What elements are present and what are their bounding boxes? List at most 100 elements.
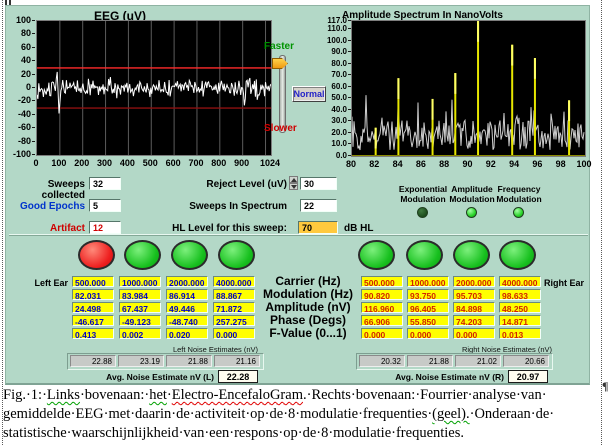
right-noise-cell: 21.88: [407, 355, 453, 367]
left-cell: -46.617: [72, 315, 114, 326]
right-cell: 1000.000: [407, 276, 449, 287]
reject-level-label: Reject Level (uV): [154, 179, 287, 190]
caption-line-2: gemiddelde·EEG·met·daarin·de·activiteit·…: [3, 405, 603, 424]
right-noise-cell: 20.32: [359, 355, 405, 367]
left-cell: 0.000: [213, 328, 255, 339]
left-cell: 67.437: [119, 302, 161, 313]
spinner-up-icon[interactable]: [289, 176, 298, 183]
left-cell: 82.031: [72, 289, 114, 300]
frequency-modulation-label: FrequencyModulation: [487, 184, 551, 204]
reject-level-input[interactable]: 30: [300, 177, 337, 190]
hl-level-label: HL Level for this sweep:: [154, 223, 287, 234]
right-cell: 116.960: [361, 302, 403, 313]
left-response-light-1: [78, 240, 115, 270]
caption-line-3: statistische·waarschijnlijkheid·van·een·…: [3, 424, 603, 443]
left-cell: 0.413: [72, 328, 114, 339]
left-noise-cell: 22.88: [70, 355, 116, 367]
right-cell: 66.906: [361, 315, 403, 326]
left-response-light-3: [171, 240, 208, 270]
row-label: Amplitude (nV): [258, 300, 358, 314]
right-cell: 0.013: [499, 328, 541, 339]
avg-noise-left-label: Avg. Noise Estimate nV (L): [64, 372, 214, 382]
right-noise-cell: 20.66: [503, 355, 549, 367]
right-cell: 48.250: [499, 302, 541, 313]
reject-level-spinner[interactable]: [289, 176, 298, 190]
right-cell: 84.898: [453, 302, 495, 313]
left-cell: 1000.000: [119, 276, 161, 287]
eeg-waveform: [37, 21, 271, 155]
right-response-light-2: [406, 240, 443, 270]
left-cell: 257.275: [213, 315, 255, 326]
left-response-light-2: [124, 240, 161, 270]
right-cell: 0.000: [407, 328, 449, 339]
db-hl-unit: dB HL: [344, 223, 384, 234]
spectrum-chart: [351, 20, 586, 157]
caption-line-1: Fig.·1:·Links·bovenaan:·het·Electro-Ence…: [3, 386, 603, 405]
right-cell: 2000.000: [453, 276, 495, 287]
good-epochs-value: 5: [89, 199, 121, 212]
right-cell: 0.000: [453, 328, 495, 339]
right-cell: 14.871: [499, 315, 541, 326]
right-ear-label: Right Ear: [544, 278, 584, 288]
spinner-down-icon[interactable]: [289, 183, 298, 190]
sweeps-collected-value: 32: [89, 177, 121, 190]
left-cell: 49.446: [166, 302, 208, 313]
text-boundary-left: [2, 0, 3, 445]
left-cell: 86.914: [166, 289, 208, 300]
left-response-light-4: [218, 240, 255, 270]
right-cell: 93.750: [407, 289, 449, 300]
figure-caption: Fig.·1:·Links·bovenaan:·het·Electro-Ence…: [3, 386, 603, 443]
left-cell: 500.000: [72, 276, 114, 287]
right-response-light-3: [453, 240, 490, 270]
left-cell: 0.020: [166, 328, 208, 339]
hl-level-value[interactable]: 70: [298, 221, 338, 234]
right-cell: 90.820: [361, 289, 403, 300]
left-cell: 88.867: [213, 289, 255, 300]
right-response-light-1: [358, 240, 395, 270]
good-epochs-label: Good Epochs: [6, 201, 85, 212]
section-divider: [9, 234, 588, 236]
left-noise-cell: 23.19: [118, 355, 164, 367]
left-cell: 4000.000: [213, 276, 255, 287]
right-cell: 4000.000: [499, 276, 541, 287]
left-ear-label: Left Ear: [8, 278, 68, 288]
left-cell: 71.872: [213, 302, 255, 313]
right-cell: 74.203: [453, 315, 495, 326]
right-cell: 96.405: [407, 302, 449, 313]
artifact-label: Artifact: [6, 223, 85, 234]
sweeps-in-spectrum-value: 22: [300, 199, 337, 212]
right-cell: 0.000: [361, 328, 403, 339]
document-page: ¶ EEG (uV) 100806040200-20-40-60-80-1000…: [0, 0, 616, 445]
faster-label: Faster: [264, 41, 294, 52]
avg-noise-right-value: 20.97: [508, 370, 548, 383]
spectrum-plot: [352, 21, 585, 156]
row-label: Phase (Degs): [258, 313, 358, 327]
left-noise-cell: 21.16: [214, 355, 260, 367]
normal-speed-button[interactable]: Normal: [292, 86, 326, 102]
slower-label: Slower: [264, 123, 297, 134]
sweeps-collected-label: Sweeps collected: [6, 179, 85, 201]
left-noise-cell: 21.88: [166, 355, 212, 367]
amplitude-modulation-led: [466, 207, 477, 218]
right-noise-cell: 21.02: [455, 355, 501, 367]
row-label: Carrier (Hz): [258, 274, 358, 288]
right-cell: 55.850: [407, 315, 449, 326]
artifact-value: 12: [89, 221, 121, 234]
avg-noise-right-label: Avg. Noise Estimate nV (R): [352, 372, 504, 382]
right-cell: 98.633: [499, 289, 541, 300]
right-response-light-4: [499, 240, 536, 270]
right-cell: 500.000: [361, 276, 403, 287]
left-cell: -49.123: [119, 315, 161, 326]
assr-measurement-panel: EEG (uV) 100806040200-20-40-60-80-100010…: [5, 5, 590, 385]
eeg-chart: [36, 20, 272, 156]
frequency-modulation-led: [513, 207, 524, 218]
left-cell: 0.002: [119, 328, 161, 339]
left-cell: 24.498: [72, 302, 114, 313]
row-label: F-Value (0...1): [258, 326, 358, 340]
exponential-modulation-led: [417, 207, 428, 218]
right-cell: 95.703: [453, 289, 495, 300]
left-cell: -48.740: [166, 315, 208, 326]
sweeps-in-spectrum-label: Sweeps In Spectrum: [154, 201, 287, 212]
avg-noise-left-value: 22.28: [218, 370, 258, 383]
left-cell: 83.984: [119, 289, 161, 300]
